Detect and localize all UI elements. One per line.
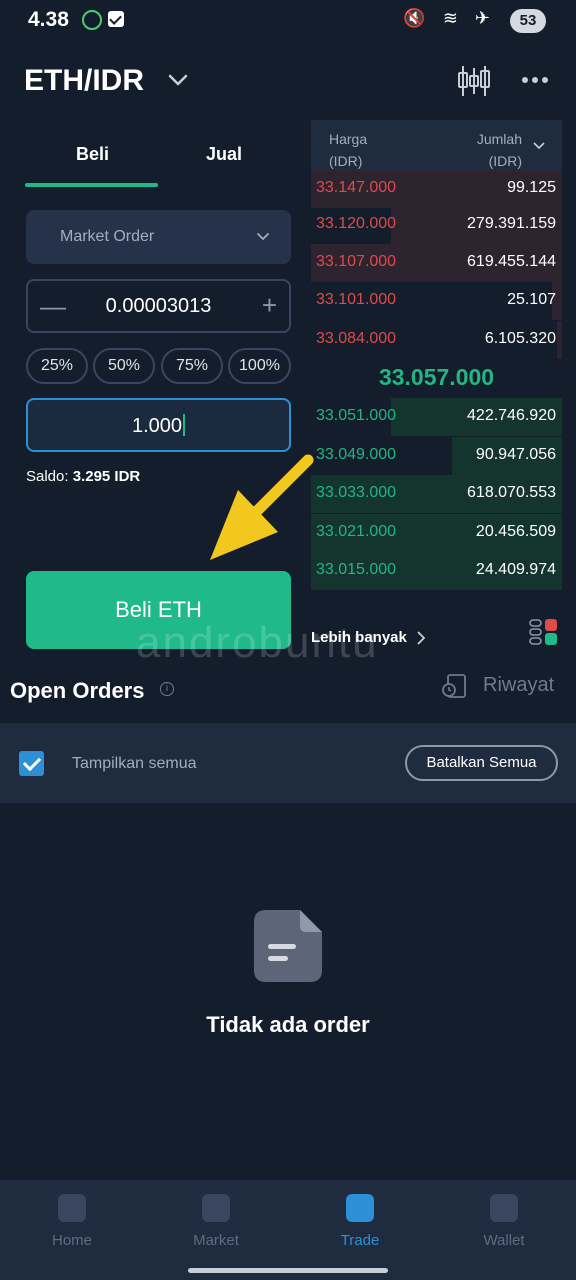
chevron-right-icon[interactable]: [414, 630, 428, 646]
order-type-select[interactable]: Market Order: [26, 210, 291, 264]
ask-price: 33.120.000: [316, 215, 397, 232]
nav-market[interactable]: Market: [156, 1194, 276, 1249]
bid-row[interactable]: 33.033.000 618.070.553: [311, 475, 562, 513]
filter-bar: Tampilkan semua Batalkan Semua: [0, 723, 576, 803]
more-orders-link[interactable]: Lebih banyak: [311, 629, 407, 646]
ask-row[interactable]: 33.107.000 619.455.144: [311, 244, 562, 282]
show-all-checkbox[interactable]: [19, 751, 44, 776]
empty-document-icon: [254, 910, 322, 982]
percent-75-button[interactable]: 75%: [161, 348, 223, 384]
ask-amount: 25.107: [507, 291, 556, 308]
ask-row[interactable]: 33.084.000 6.105.320: [311, 321, 562, 359]
cancel-all-button[interactable]: Batalkan Semua: [405, 745, 558, 781]
amount-column-header: Jumlah (IDR): [476, 131, 522, 169]
info-icon[interactable]: i: [160, 682, 174, 696]
system-status-icons: 🔇 ≋ ✈: [403, 8, 496, 28]
nav-home[interactable]: Home: [12, 1194, 132, 1249]
chevron-down-icon: [257, 233, 269, 241]
status-time: 4.38: [28, 8, 69, 31]
price-column-header: Harga (IDR): [329, 131, 368, 169]
bid-row[interactable]: 33.049.000 90.947.056: [311, 437, 562, 475]
bid-row[interactable]: 33.021.000 20.456.509: [311, 514, 562, 552]
yellow-arrow-annotation: [210, 454, 314, 560]
percent-25-button[interactable]: 25%: [26, 348, 88, 384]
ask-amount: 279.391.159: [467, 215, 556, 232]
chevron-down-icon[interactable]: [532, 138, 546, 152]
tab-sell[interactable]: Jual: [206, 144, 242, 165]
active-tab-indicator: [25, 183, 158, 187]
pair-title[interactable]: ETH/IDR: [24, 64, 144, 98]
quantity-input[interactable]: 0.00003013: [28, 295, 289, 318]
bid-amount: 24.409.974: [475, 561, 556, 578]
app-status-icon: [82, 10, 102, 30]
balance-text: Saldo: 3.295 IDR: [26, 468, 141, 485]
show-all-label: Tampilkan semua: [72, 755, 197, 772]
wallet-icon: [490, 1194, 518, 1222]
history-link[interactable]: Riwayat: [483, 674, 554, 697]
total-value: 1.000: [28, 414, 289, 438]
bid-amount: 618.070.553: [467, 484, 556, 501]
ask-price: 33.147.000: [316, 179, 397, 196]
battery-indicator: 53: [510, 9, 546, 33]
quantity-stepper[interactable]: — 0.00003013 +: [26, 279, 291, 333]
trade-icon: [346, 1194, 374, 1222]
layout-toggle-icon[interactable]: [529, 618, 559, 646]
ask-row[interactable]: 33.101.000 25.107: [311, 282, 562, 320]
ask-amount: 6.105.320: [484, 330, 556, 347]
tab-buy[interactable]: Beli: [76, 144, 109, 165]
bid-row[interactable]: 33.051.000 422.746.920: [311, 398, 562, 436]
ask-amount: 619.455.144: [467, 253, 556, 270]
gesture-home-bar[interactable]: [188, 1268, 388, 1273]
candlestick-icon[interactable]: [456, 64, 492, 98]
open-orders-title: Open Orders: [10, 678, 145, 703]
history-icon[interactable]: [441, 673, 467, 699]
bottom-navigation: Home Market Trade Wallet: [0, 1180, 576, 1280]
chevron-down-icon[interactable]: [166, 68, 190, 92]
ask-price: 33.084.000: [316, 330, 397, 347]
bid-price: 33.033.000: [316, 484, 397, 501]
last-price: 33.057.000: [378, 364, 495, 390]
bid-amount: 20.456.509: [475, 523, 556, 540]
nav-trade[interactable]: Trade: [300, 1194, 420, 1249]
ask-row[interactable]: 33.147.000 99.125: [311, 170, 562, 208]
increment-button[interactable]: +: [262, 292, 277, 318]
home-icon: [58, 1194, 86, 1222]
nav-wallet[interactable]: Wallet: [444, 1194, 564, 1249]
ask-amount: 99.125: [507, 179, 556, 196]
more-icon[interactable]: [520, 70, 550, 90]
ask-price: 33.101.000: [316, 291, 397, 308]
bid-row[interactable]: 33.015.000 24.409.974: [311, 552, 562, 590]
percent-50-button[interactable]: 50%: [93, 348, 155, 384]
market-icon: [202, 1194, 230, 1222]
bid-amount: 90.947.056: [475, 446, 556, 463]
order-book-header: Harga (IDR) Jumlah (IDR): [311, 120, 562, 170]
bid-price: 33.051.000: [316, 407, 397, 424]
order-type-label: Market Order: [60, 228, 155, 245]
bid-price: 33.049.000: [316, 446, 397, 463]
ask-price: 33.107.000: [316, 253, 397, 270]
bid-amount: 422.746.920: [467, 407, 556, 424]
check-status-icon: [108, 11, 124, 27]
bid-price: 33.015.000: [316, 561, 397, 578]
ask-row[interactable]: 33.120.000 279.391.159: [311, 206, 562, 244]
total-input[interactable]: 1.000: [26, 398, 291, 452]
bid-price: 33.021.000: [316, 523, 397, 540]
empty-state-message: Tidak ada order: [206, 1012, 370, 1037]
percent-100-button[interactable]: 100%: [228, 348, 291, 384]
